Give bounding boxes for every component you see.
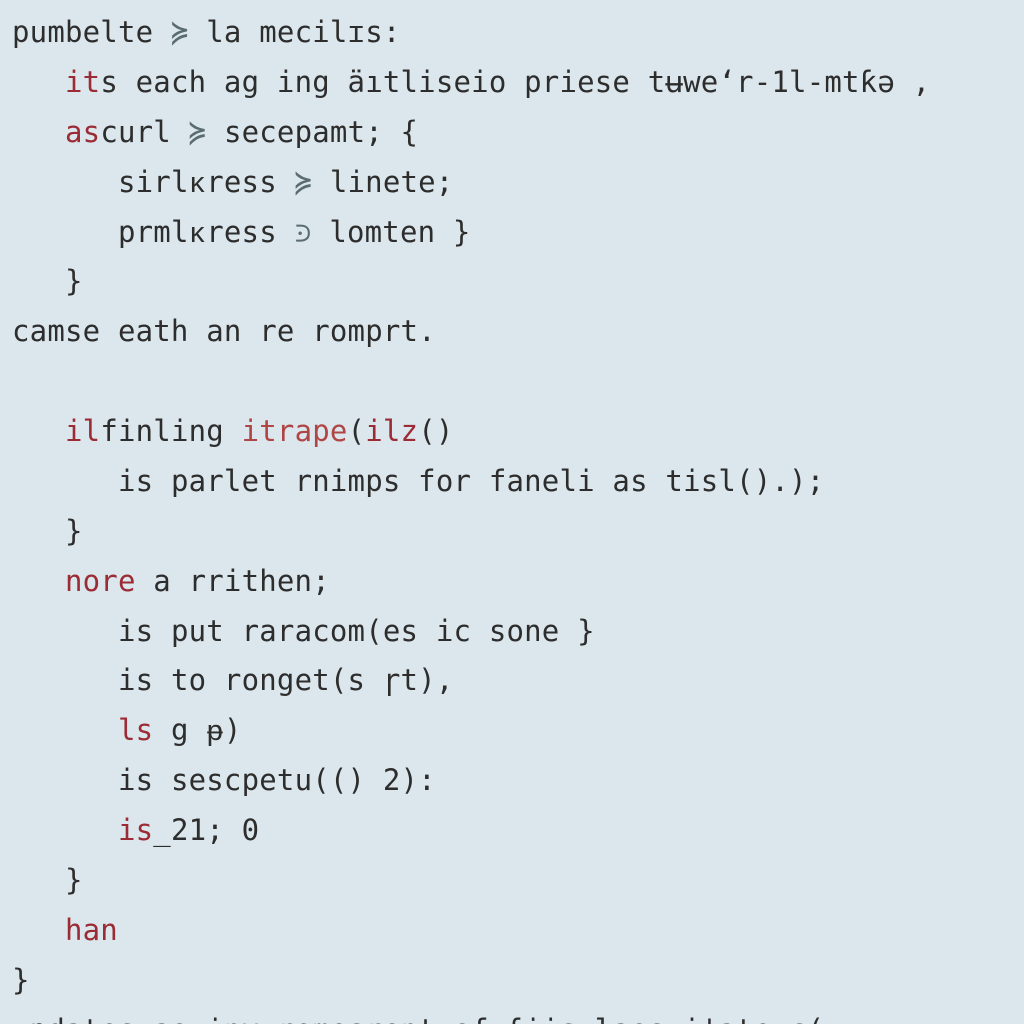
code-line: } [12, 863, 83, 897]
token-pn: } [65, 863, 83, 897]
token-op: ≽ [295, 165, 313, 199]
code-editor[interactable]: pumbelte ≽ la mecilɪs: its each ag ing ä… [0, 0, 1024, 1024]
token-kw: il [65, 414, 100, 448]
token-kw: han [65, 913, 118, 947]
token-id: is put raracom(es ic sone } [118, 614, 595, 648]
token-op: ≽ [189, 115, 207, 149]
token-id: updates ao iny remesrent of ƭiis laes iꞌ… [12, 1013, 842, 1024]
token-id: is sescpetu(() 2): [118, 763, 436, 797]
code-line: sirlᴋress ≽ linete; [12, 165, 453, 199]
code-line: ilfinling itrape(ilz() [12, 414, 454, 448]
code-line: is sescpetu(() 2): [12, 763, 436, 797]
token-kw: ilz [365, 414, 418, 448]
token-op: ⪾ [295, 215, 312, 249]
token-kw: it [65, 65, 100, 99]
token-pn: () [418, 414, 453, 448]
code-line: is parlet rnimps for faneli as tisl().); [12, 464, 824, 498]
token-id: sirlᴋress [118, 165, 295, 199]
token-id: secepamt; { [206, 115, 418, 149]
token-kw: as [65, 115, 100, 149]
code-line: updates ao iny remesrent of ƭiis laes iꞌ… [12, 1013, 842, 1024]
token-fn: itrape [242, 414, 348, 448]
token-id: g ᵽ) [153, 713, 241, 747]
token-kw: is [118, 813, 153, 847]
token-id: curl [100, 115, 188, 149]
token-id: finling [100, 414, 241, 448]
code-line: } [12, 264, 83, 298]
code-line: is_21; 0 [12, 813, 259, 847]
token-id [12, 364, 30, 398]
code-line: ls g ᵽ) [12, 713, 242, 747]
code-line: is put raracom(es ic sone } [12, 614, 595, 648]
code-line: camse eath an re romprt. [12, 314, 436, 348]
code-line: han [12, 913, 118, 947]
token-pn: } [65, 514, 83, 548]
code-line: prmlᴋress ⪾ lomten } [12, 215, 471, 249]
token-kw: ls [118, 713, 153, 747]
token-id: is to ronget(s ɼt), [118, 663, 454, 697]
token-id: s each ag ing äıtliseio priese tʉweʻr-1l… [100, 65, 930, 99]
token-id: la mecilɪs: [189, 15, 401, 49]
token-id: linete; [312, 165, 453, 199]
token-id: _21; 0 [153, 813, 259, 847]
code-line: } [12, 963, 30, 997]
token-pn: } [12, 963, 30, 997]
token-id: lomten } [312, 215, 471, 249]
code-line: ascurl ≽ secepamt; { [12, 115, 418, 149]
token-kw: nore [65, 564, 136, 598]
code-line: } [12, 514, 83, 548]
code-line: nore a rrithen; [12, 564, 330, 598]
token-pn: ( [348, 414, 366, 448]
token-id: prmlᴋress [118, 215, 295, 249]
token-id: pumbelte [12, 15, 171, 49]
code-line [12, 364, 30, 398]
token-op: ≽ [171, 15, 189, 49]
code-line: its each ag ing äıtliseio priese tʉweʻr-… [12, 65, 930, 99]
token-id: is parlet rnimps for faneli as tisl().); [118, 464, 824, 498]
code-line: pumbelte ≽ la mecilɪs: [12, 15, 401, 49]
token-id: camse eath an re romprt. [12, 314, 436, 348]
code-line: is to ronget(s ɼt), [12, 663, 454, 697]
token-id: a rrithen; [136, 564, 330, 598]
token-pn: } [65, 264, 83, 298]
